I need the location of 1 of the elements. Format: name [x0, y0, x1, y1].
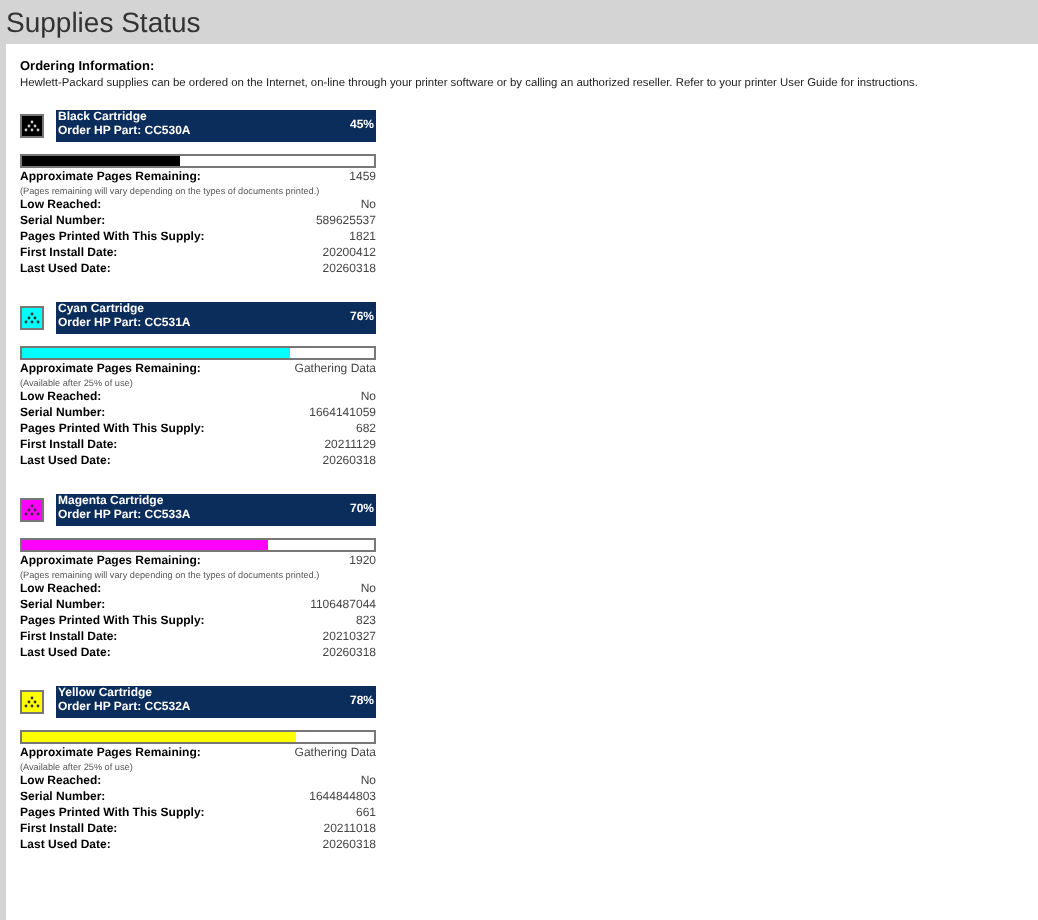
page-title: Supplies Status	[6, 4, 201, 42]
